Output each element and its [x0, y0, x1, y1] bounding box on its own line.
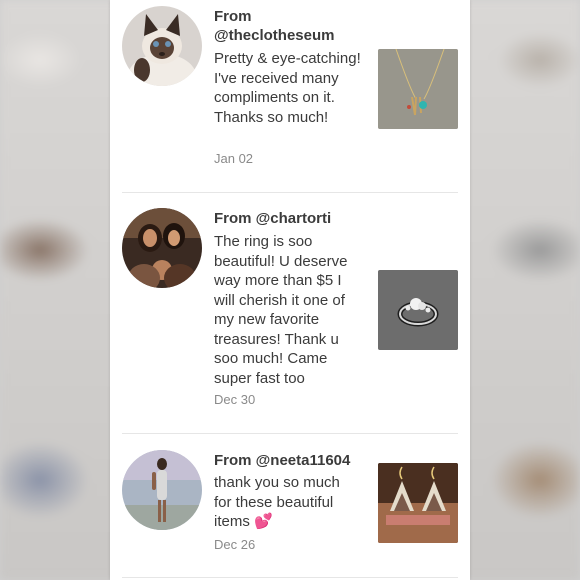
review-date: Jan 02	[214, 151, 254, 166]
review-comment: Pretty & eye-catching! I've received man…	[214, 50, 361, 126]
review-date: Dec 30	[214, 392, 256, 407]
review-comment-text: thank you so much for these beautiful it…	[214, 474, 340, 530]
review-divider	[122, 577, 458, 578]
review-item: From @chartorti The ring is soo beautifu…	[110, 192, 470, 433]
siamese-cat-avatar-icon	[122, 6, 202, 86]
silver-ring-thumbnail-icon	[378, 270, 458, 350]
earrings-thumbnail-icon	[378, 463, 458, 543]
review-author[interactable]: From @theclotheseum	[214, 7, 364, 45]
review-item: From @theclotheseum Pretty & eye-catchin…	[110, 0, 470, 192]
gold-necklace-thumbnail-icon	[378, 49, 458, 129]
group-photo-avatar-icon	[122, 208, 202, 288]
review-author[interactable]: From @chartorti	[214, 209, 374, 228]
review-comment: The ring is soo beautiful! U deserve way…	[214, 233, 348, 387]
review-date: Dec 26	[214, 537, 256, 552]
review-item: From @neeta11604 thank you so much for t…	[110, 433, 470, 580]
product-thumbnail[interactable]	[378, 270, 458, 350]
review-author[interactable]: From @neeta11604	[214, 451, 374, 470]
user-avatar[interactable]	[122, 450, 202, 530]
user-avatar[interactable]	[122, 6, 202, 86]
two-hearts-icon: 💕	[254, 513, 273, 530]
product-thumbnail[interactable]	[378, 463, 458, 543]
reviews-panel[interactable]: From @theclotheseum Pretty & eye-catchin…	[110, 0, 470, 580]
woman-dress-avatar-icon	[122, 450, 202, 530]
user-avatar[interactable]	[122, 208, 202, 288]
product-thumbnail[interactable]	[378, 49, 458, 129]
review-comment: thank you so much for these beautiful it…	[214, 473, 352, 532]
